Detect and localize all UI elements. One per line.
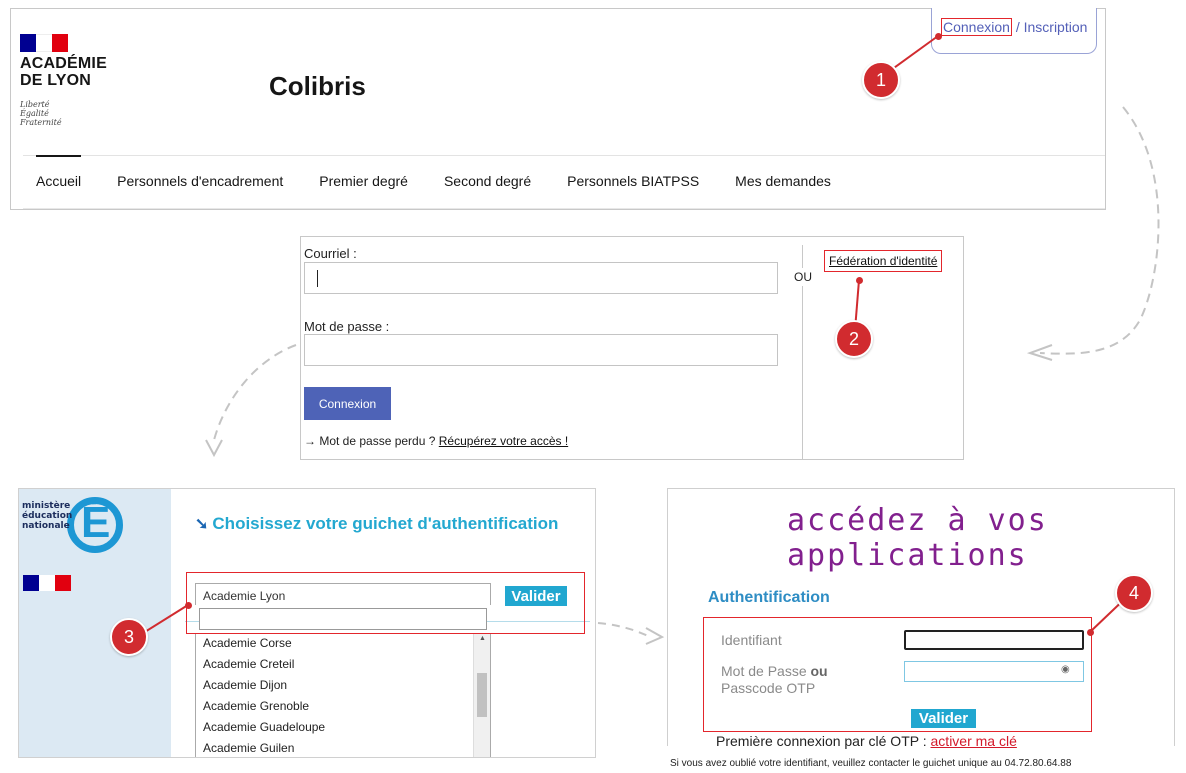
scroll-up-arrow-icon[interactable]: ▲: [474, 635, 491, 642]
colibris-header-panel: ACADÉMIE DE LYON Liberté Égalité Fratern…: [10, 8, 1106, 210]
ministry-line2: éducation: [22, 511, 73, 521]
ministry-sidebar: É ministère éducation nationale: [19, 489, 171, 757]
nav-item-personnels-biatpss[interactable]: Personnels BIATPSS: [567, 173, 699, 189]
forgot-identifier-text: Si vous avez oublié votre identifiant, v…: [670, 758, 1072, 769]
first-login-line: Première connexion par clé OTP : activer…: [716, 733, 1017, 749]
republic-motto: Liberté Égalité Fraternité: [20, 100, 62, 127]
account-links: Connexion / Inscription: [941, 18, 1088, 36]
email-field[interactable]: [304, 262, 778, 294]
recover-access-link[interactable]: Récupérez votre accès !: [439, 434, 568, 448]
motto-egalite: Égalité: [20, 109, 49, 118]
step-3-highlight: [186, 572, 585, 634]
link-separator: /: [1015, 19, 1020, 35]
site-title: Colibris: [269, 71, 366, 101]
scrollbar-thumb[interactable]: [477, 673, 487, 717]
leader-dot-2: [856, 277, 863, 284]
step-badge-4: 4: [1115, 574, 1153, 612]
password-label: Mot de passe :: [304, 319, 390, 334]
main-nav: Accueil Personnels d'encadrement Premier…: [36, 155, 867, 189]
republic-flag-logo: [23, 575, 71, 591]
academie-option[interactable]: Academie Creteil: [196, 654, 490, 675]
guichet-title: ➘ Choisissez votre guichet d'authentifica…: [195, 514, 558, 534]
text-caret: [317, 270, 318, 287]
first-login-text: Première connexion par clé OTP :: [716, 733, 927, 749]
academie-option[interactable]: Academie Grenoble: [196, 696, 490, 717]
guichet-title-text: Choisissez votre guichet d'authentificat…: [212, 514, 559, 533]
ministry-name: ministère éducation nationale: [22, 501, 72, 531]
flow-arrow-2-3: [213, 344, 297, 441]
header-divider: [23, 155, 1105, 156]
motto-liberte: Liberté: [20, 100, 50, 109]
federation-identite-link[interactable]: Fédération d'identité: [824, 250, 943, 272]
flow-arrowhead-1-2: [1026, 344, 1053, 361]
republic-flag-logo: [20, 34, 68, 52]
or-label: OU: [794, 268, 812, 286]
motto-fraternite: Fraternité: [20, 118, 62, 127]
step-badge-1: 1: [862, 61, 900, 99]
ministry-e-logo: É: [81, 498, 111, 547]
portal-hero-title: accédez à vos applications: [787, 503, 1048, 573]
step-4-highlight: [703, 617, 1092, 732]
flow-arrow-3-4: [597, 622, 649, 637]
academy-name-line2: DE LYON: [20, 72, 92, 89]
academy-name-line1: ACADÉMIE: [20, 55, 107, 72]
connexion-link[interactable]: Connexion: [941, 18, 1012, 36]
flow-arrowhead-3-4: [645, 627, 665, 645]
academie-options-list: Academie Corse Academie Creteil Academie…: [195, 633, 491, 757]
email-label: Courriel :: [304, 246, 357, 261]
login-submit-button[interactable]: Connexion: [304, 387, 391, 420]
flow-arrowhead-2-3: [205, 439, 223, 458]
lost-password-line: → Mot de passe perdu ? Récupérez votre a…: [304, 434, 568, 448]
nav-item-accueil[interactable]: Accueil: [36, 155, 82, 189]
nav-bottom-border: [23, 208, 1105, 209]
options-scrollbar[interactable]: ▲: [473, 633, 491, 757]
leader-dot-4: [1087, 629, 1094, 636]
password-field[interactable]: [304, 334, 778, 366]
auth-title: Authentification: [708, 589, 830, 606]
nav-item-second-degre[interactable]: Second degré: [444, 173, 531, 189]
activate-key-link[interactable]: activer ma clé: [931, 733, 1017, 749]
ministry-line3: nationale: [22, 521, 70, 531]
academy-name: ACADÉMIE DE LYON: [20, 55, 107, 89]
nav-item-premier-degre[interactable]: Premier degré: [319, 173, 408, 189]
ministry-line1: ministère: [22, 501, 71, 511]
academie-option[interactable]: Academie Corse: [196, 633, 490, 654]
academie-option[interactable]: Academie Guadeloupe: [196, 717, 490, 738]
arrow-down-right-icon: ➘: [195, 516, 209, 533]
lost-password-text: → Mot de passe perdu ?: [304, 434, 436, 448]
step-badge-2: 2: [835, 320, 873, 358]
leader-dot-3: [185, 602, 192, 609]
academie-option[interactable]: Academie Dijon: [196, 675, 490, 696]
nav-item-mes-demandes[interactable]: Mes demandes: [735, 173, 831, 189]
inscription-link[interactable]: Inscription: [1024, 19, 1088, 35]
leader-dot-1: [935, 33, 942, 40]
academie-option[interactable]: Academie Guilen: [196, 738, 490, 757]
nav-item-personnels-encadrement[interactable]: Personnels d'encadrement: [117, 173, 283, 189]
step-badge-3: 3: [110, 618, 148, 656]
